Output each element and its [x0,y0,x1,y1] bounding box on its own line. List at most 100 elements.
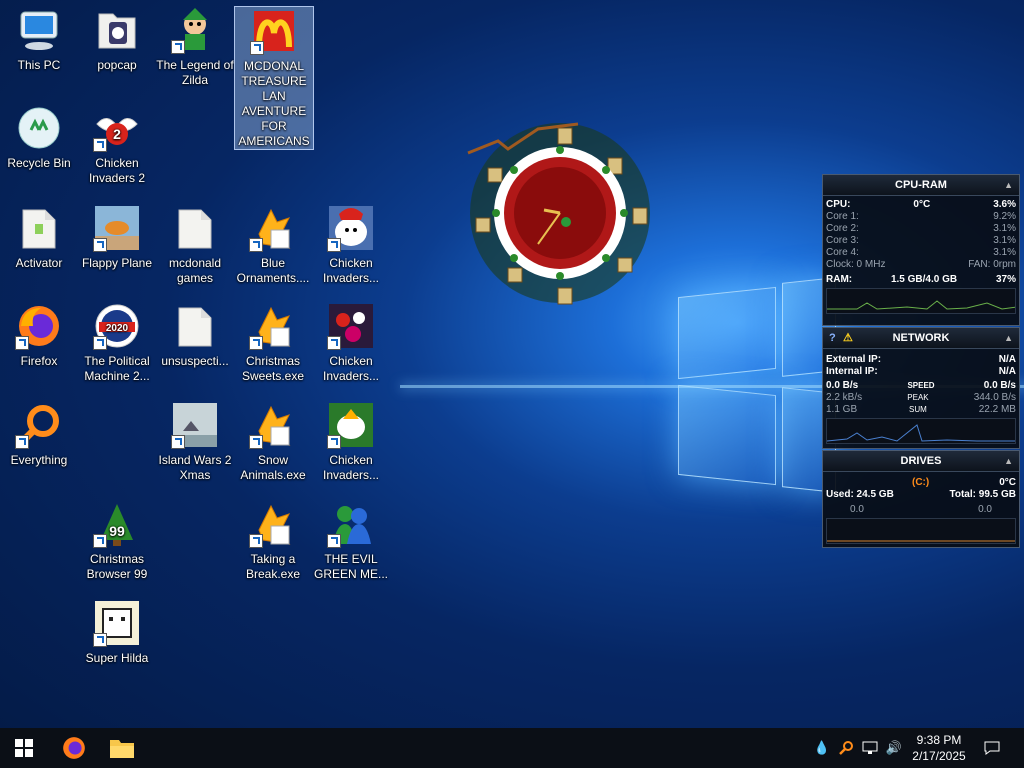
drives-widget[interactable]: DRIVES ▲ (C:) 0°C Used: 24.5 GB Total: 99.5… [822,450,1020,548]
drive-total: Total: 99.5 GB [949,489,1017,500]
christmas-browser-label: Christmas Browser 99 [86,552,148,581]
chicken-invaders-b-icon[interactable]: Chicken Invaders... [312,302,390,384]
sum-down: 1.1 GB [826,404,858,415]
taskbar: 💧 🔊 9:38 PM 2/17/2025 [0,728,1024,768]
mcdonal-label: MCDONAL TREASURE LAN AVENTURE FOR AMERIC… [238,59,310,148]
cpu-ram-widget[interactable]: CPU-RAM ▲ CPU: 0°C 3.6% Core 1: 9.2% Core … [822,174,1020,326]
christmas-sweets-label: Christmas Sweets.exe [241,354,305,383]
everything-tray-icon[interactable] [834,728,858,768]
external-ip-label: External IP: [826,354,882,365]
peak-label: PEAK [907,393,929,402]
drive-letter[interactable]: (C:) [826,477,929,489]
snow-animals-icon[interactable]: Snow Animals.exe [234,401,312,483]
cpu-temp: 0°C [913,199,931,210]
core-1-value: 9.2% [993,211,1016,222]
everything-icon[interactable]: Everything [0,401,78,468]
christmas-browser-icon[interactable]: 99 Christmas Browser 99 [78,500,156,582]
firefox-icon [63,737,85,759]
drive-read: 0.0 [850,504,864,515]
super-hilda-icon[interactable]: Super Hilda [78,599,156,666]
legend-zilda-icon[interactable]: The Legend of Zilda [156,6,234,88]
recycle-bin-icon[interactable]: Recycle Bin [0,104,78,171]
collapse-icon[interactable]: ▲ [1004,451,1013,471]
core-4-label: Core 4: [826,247,859,258]
windows-logo-icon [15,739,33,757]
snow-animals-label: Snow Animals.exe [240,453,306,482]
core-3-value: 3.1% [993,235,1016,246]
core-2-label: Core 2: [826,223,859,234]
chicken-invaders-c-icon[interactable]: Chicken Invaders... [312,401,390,483]
volume-icon[interactable]: 🔊 [882,728,906,768]
chicken-invaders-b-label: Chicken Invaders... [322,354,380,383]
flappy-plane-icon[interactable]: Flappy Plane [78,204,156,271]
clock-speed: Clock: 0 MHz [826,259,886,270]
chicken-invaders-c-label: Chicken Invaders... [322,453,380,482]
speed-up: 0.0 B/s [983,380,1016,391]
sum-label: SUM [909,405,927,414]
popcap-icon[interactable]: popcap [78,6,156,73]
ram-label: RAM: [826,274,853,285]
taskbar-file-explorer[interactable] [98,728,146,768]
this-pc-label: This PC [17,58,61,72]
christmas-clock-gadget[interactable] [448,98,673,323]
cpu-label: CPU: [826,199,851,210]
sum-up: 22.2 MB [978,404,1016,415]
mcdonald-games-label: mcdonald games [168,256,222,285]
island-wars-icon[interactable]: Island Wars 2 Xmas [156,401,234,483]
taskbar-firefox[interactable] [50,728,98,768]
taking-break-icon[interactable]: Taking a Break.exe [234,500,312,582]
drives-title: DRIVES [900,455,942,467]
internal-ip-value: N/A [998,366,1016,377]
activator-label: Activator [15,256,63,270]
fan-speed: FAN: 0rpm [968,259,1016,270]
evil-green-icon[interactable]: THE EVIL GREEN ME... [312,500,390,582]
notification-icon[interactable] [980,728,1004,768]
network-widget[interactable]: ? ⚠ NETWORK ▲ External IP: N/A Internal I… [822,327,1020,449]
christmas-sweets-icon[interactable]: Christmas Sweets.exe [234,302,312,384]
mcdonald-games-icon[interactable]: mcdonald games [156,204,234,286]
internal-ip-label: Internal IP: [826,366,878,377]
this-pc-icon[interactable]: This PC [0,6,78,73]
core-1-label: Core 1: [826,211,859,222]
ram-percent: 37% [995,274,1016,285]
ram-value: 1.5 GB/4.0 GB [890,274,958,285]
cpu-graph [826,288,1016,314]
peak-down: 2.2 kB/s [826,392,863,403]
drop-icon[interactable]: 💧 [810,728,834,768]
chicken-invaders-2-icon[interactable]: 2 Chicken Invaders 2 [78,104,156,186]
taskbar-clock[interactable]: 9:38 PM 2/17/2025 [906,732,972,764]
speed-down: 0.0 B/s [826,380,859,391]
collapse-icon[interactable]: ▲ [1004,328,1013,348]
political-machine-label: The Political Machine 2... [84,354,150,383]
unsuspecti-label: unsuspecti... [161,354,229,368]
island-wars-label: Island Wars 2 Xmas [158,453,232,482]
mcdonal-icon[interactable]: MCDONAL TREASURE LAN AVENTURE FOR AMERIC… [234,6,314,150]
blue-ornaments-icon[interactable]: Blue Ornaments.... [234,204,312,286]
external-ip-value: N/A [998,354,1016,365]
collapse-icon[interactable]: ▲ [1004,175,1013,195]
recycle-bin-label: Recycle Bin [7,156,71,170]
core-4-value: 3.1% [993,247,1016,258]
svg-text:2020: 2020 [106,323,129,334]
start-button[interactable] [0,728,48,768]
evil-green-label: THE EVIL GREEN ME... [313,552,388,581]
network-title: NETWORK [892,332,950,344]
network-icon[interactable] [858,728,882,768]
chicken-invaders-a-label: Chicken Invaders... [322,256,380,285]
super-hilda-label: Super Hilda [85,651,149,665]
clock-date: 2/17/2025 [912,749,966,763]
drive-graph [826,518,1016,544]
political-machine-icon[interactable]: 2020 The Political Machine 2... [78,302,156,384]
flappy-plane-label: Flappy Plane [81,256,153,270]
speed-label: SPEED [907,381,935,390]
warning-icon: ⚠ [843,332,853,344]
blue-ornaments-label: Blue Ornaments.... [236,256,310,285]
help-icon[interactable]: ? [829,328,836,348]
drive-write: 0.0 [978,504,992,515]
chicken-invaders-a-icon[interactable]: Chicken Invaders... [312,204,390,286]
clock-time: 9:38 PM [916,733,962,747]
legend-zilda-label: The Legend of Zilda [156,58,234,87]
activator-icon[interactable]: Activator [0,204,78,271]
unsuspecti-icon[interactable]: unsuspecti... [156,302,234,369]
firefox-icon[interactable]: Firefox [0,302,78,369]
